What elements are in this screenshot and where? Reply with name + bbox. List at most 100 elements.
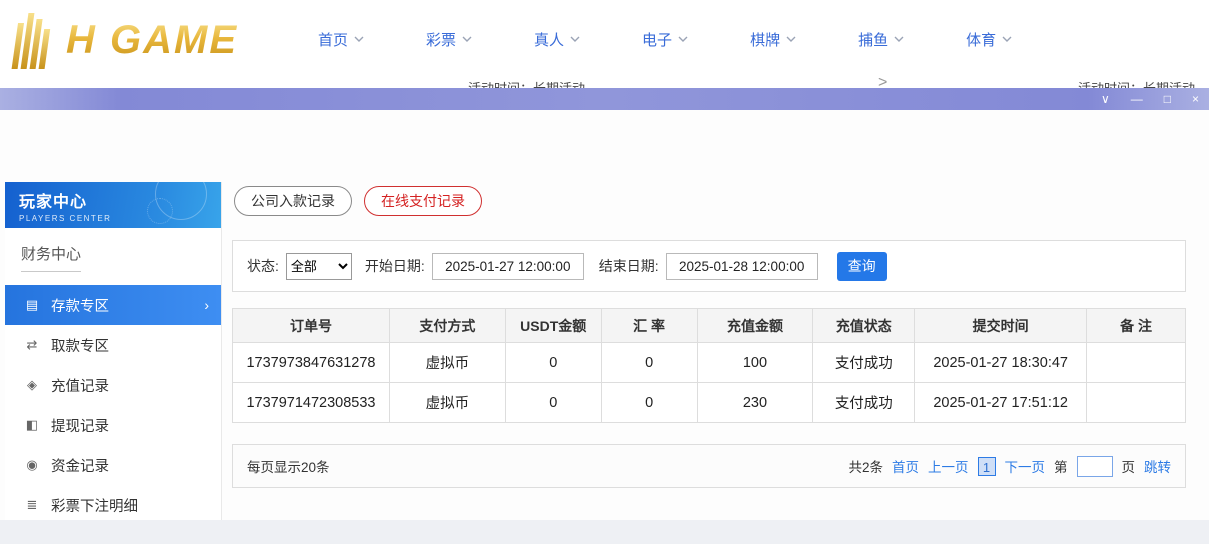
table-cell: 支付成功 (813, 343, 915, 383)
nav-item-label: 真人 (534, 29, 564, 50)
end-date-label: 结束日期: (599, 256, 659, 276)
table-footer: 每页显示20条 共2条 首页 上一页 1 下一页 第 页 跳转 (232, 444, 1186, 488)
pagination: 共2条 首页 上一页 1 下一页 第 页 跳转 (848, 456, 1171, 477)
nav-item-label: 彩票 (426, 29, 456, 50)
chevron-down-icon (786, 36, 796, 42)
table-row: 1737973847631278虚拟币00100支付成功2025-01-27 1… (233, 343, 1186, 383)
jump-button[interactable]: 跳转 (1144, 456, 1171, 476)
sidebar-item-lottery-bet-details[interactable]: ≣ 彩票下注明细 › (5, 485, 221, 525)
sidebar-item-deposit[interactable]: ▤ 存款专区 › (5, 285, 221, 325)
table-cell (1087, 383, 1186, 423)
carousel-arrow-icon: > (878, 78, 887, 88)
start-date-label: 开始日期: (365, 256, 425, 276)
sidebar-header: 玩家中心 PLAYERS CENTER (5, 182, 221, 228)
table-cell: 2025-01-27 18:30:47 (915, 343, 1087, 383)
table-cell: 0 (601, 383, 697, 423)
column-header: 备 注 (1087, 309, 1186, 343)
window-controls: ∨ — □ × (1101, 88, 1209, 110)
end-date-input[interactable] (666, 253, 818, 280)
window-dropdown-icon[interactable]: ∨ (1101, 88, 1110, 110)
withdrawal-record-icon: ◧ (24, 417, 40, 433)
table-cell: 支付成功 (813, 383, 915, 423)
tab-online-payment-records[interactable]: 在线支付记录 (364, 186, 482, 216)
column-header: 支付方式 (389, 309, 505, 343)
column-header: 提交时间 (915, 309, 1087, 343)
top-nav: 首页 彩票 真人 电子 棋牌 捕鱼 体育 (318, 0, 1012, 78)
next-page-link[interactable]: 下一页 (1005, 456, 1046, 476)
sidebar-menu: ▤ 存款专区 › ⇄ 取款专区 › ◈ 充值记录 › ◧ 提现记录 › ◉ 资金… (5, 285, 221, 525)
table-cell: 0 (505, 383, 601, 423)
funds-record-icon: ◉ (24, 457, 40, 473)
search-button[interactable]: 查询 (837, 252, 887, 281)
nav-item-label: 首页 (318, 29, 348, 50)
column-header: 订单号 (233, 309, 390, 343)
sidebar-section: 财务中心 (5, 228, 221, 281)
chevron-down-icon (1002, 36, 1012, 42)
column-header: 汇 率 (601, 309, 697, 343)
window-maximize-icon[interactable]: □ (1164, 88, 1171, 110)
filter-bar: 状态: 全部 开始日期: 结束日期: 查询 (232, 240, 1186, 292)
sidebar-item-label: 充值记录 (51, 375, 109, 396)
sidebar-item-funds-records[interactable]: ◉ 资金记录 › (5, 445, 221, 485)
sidebar-item-withdrawal-records[interactable]: ◧ 提现记录 › (5, 405, 221, 445)
column-header: 充值金额 (697, 309, 813, 343)
sidebar-item-label: 存款专区 (51, 295, 109, 316)
top-bar: H GAME 首页 彩票 真人 电子 棋牌 捕鱼 (0, 0, 1209, 78)
sidebar-section-title: 财务中心 (21, 243, 81, 272)
nav-item-home[interactable]: 首页 (318, 29, 364, 50)
table-cell: 2025-01-27 17:51:12 (915, 383, 1087, 423)
first-page-link[interactable]: 首页 (892, 456, 919, 476)
total-count: 共2条 (848, 456, 883, 476)
tab-company-deposit-records[interactable]: 公司入款记录 (234, 186, 352, 216)
nav-item-sports[interactable]: 体育 (966, 29, 1012, 50)
nav-item-label: 棋牌 (750, 29, 780, 50)
table-cell: 100 (697, 343, 813, 383)
records-table: 订单号支付方式USDT金额汇 率充值金额充值状态提交时间备 注 17379738… (232, 308, 1186, 423)
current-page-badge[interactable]: 1 (978, 457, 996, 476)
withdraw-icon: ⇄ (24, 337, 40, 353)
table-cell: 1737973847631278 (233, 343, 390, 383)
jump-prefix-label: 第 (1054, 456, 1068, 476)
table-row: 1737971472308533虚拟币00230支付成功2025-01-27 1… (233, 383, 1186, 423)
per-page-label: 每页显示20条 (247, 456, 330, 476)
window-close-icon[interactable]: × (1192, 88, 1199, 110)
chevron-down-icon (570, 36, 580, 42)
nav-item-slots[interactable]: 电子 (642, 29, 688, 50)
start-date-input[interactable] (432, 253, 584, 280)
status-select[interactable]: 全部 (286, 253, 352, 280)
sidebar-item-recharge-records[interactable]: ◈ 充值记录 › (5, 365, 221, 405)
logo-bars-icon (10, 9, 62, 71)
window-minimize-icon[interactable]: — (1131, 88, 1143, 110)
table-cell: 虚拟币 (389, 383, 505, 423)
sidebar: 玩家中心 PLAYERS CENTER 财务中心 ▤ 存款专区 › ⇄ 取款专区… (5, 182, 222, 520)
nav-item-lottery[interactable]: 彩票 (426, 29, 472, 50)
logo[interactable]: H GAME (10, 8, 238, 72)
nav-item-label: 捕鱼 (858, 29, 888, 50)
table-cell: 0 (505, 343, 601, 383)
table-cell: 0 (601, 343, 697, 383)
chevron-down-icon (894, 36, 904, 42)
page-jump-input[interactable] (1077, 456, 1113, 477)
sidebar-item-label: 提现记录 (51, 415, 109, 436)
chevron-down-icon (678, 36, 688, 42)
background-text-fragment: 活动时间：长期活动 (1078, 78, 1195, 88)
sidebar-item-withdraw[interactable]: ⇄ 取款专区 › (5, 325, 221, 365)
decorative-circle (147, 198, 173, 224)
prev-page-link[interactable]: 上一页 (928, 456, 969, 476)
nav-item-live[interactable]: 真人 (534, 29, 580, 50)
window-titlebar: ∨ — □ × (0, 88, 1209, 110)
sidebar-item-label: 资金记录 (51, 455, 109, 476)
table-cell: 230 (697, 383, 813, 423)
column-header: USDT金额 (505, 309, 601, 343)
record-tabs: 公司入款记录在线支付记录 (234, 186, 482, 216)
background-text-fragment: 活动时间：长期活动 (468, 78, 585, 88)
deposit-icon: ▤ (24, 297, 40, 313)
nav-item-board[interactable]: 棋牌 (750, 29, 796, 50)
table-body: 1737973847631278虚拟币00100支付成功2025-01-27 1… (233, 343, 1186, 423)
nav-item-label: 电子 (642, 29, 672, 50)
recharge-record-icon: ◈ (24, 377, 40, 393)
nav-item-fishing[interactable]: 捕鱼 (858, 29, 904, 50)
chevron-right-icon: › (204, 297, 209, 313)
table-cell (1087, 343, 1186, 383)
nav-item-label: 体育 (966, 29, 996, 50)
